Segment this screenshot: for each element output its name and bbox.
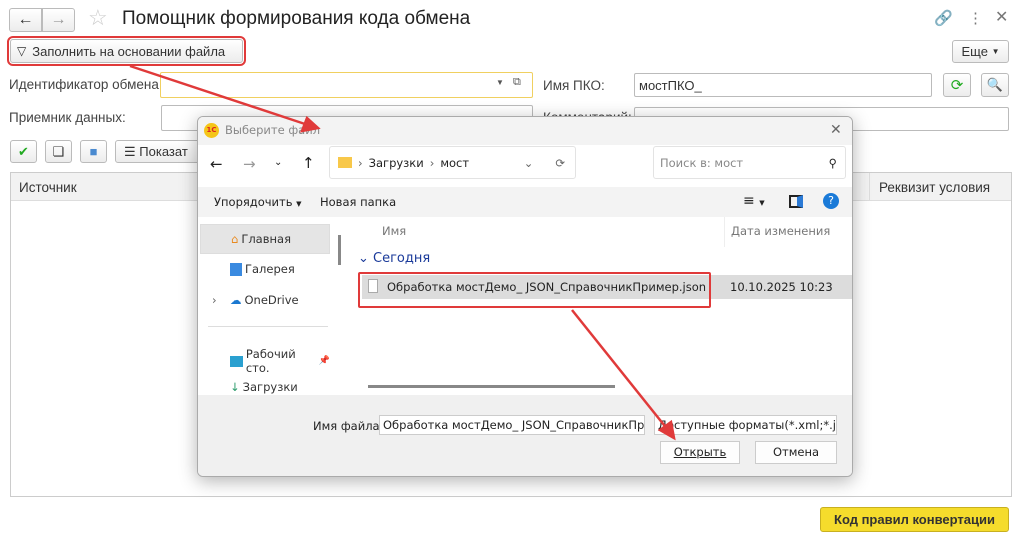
arrow-to-dialog xyxy=(129,64,309,127)
annotation-arrows xyxy=(129,64,676,441)
arrow-to-open xyxy=(571,309,669,431)
arrowhead-icon xyxy=(300,115,321,133)
